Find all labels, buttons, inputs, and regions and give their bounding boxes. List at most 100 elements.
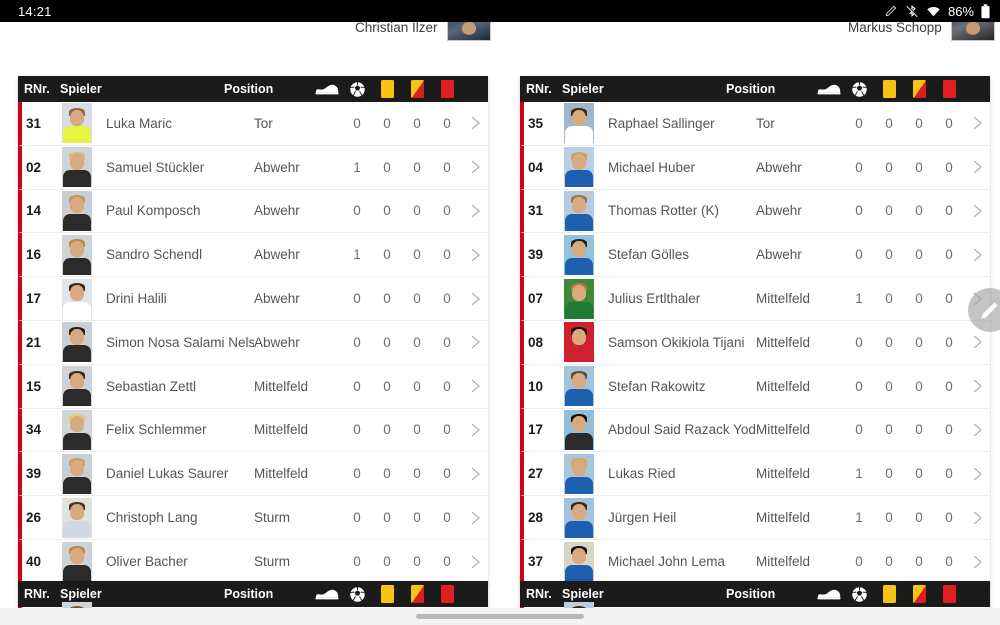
cell-yellow-red-cards: 0 (945, 291, 953, 307)
chevron-right-icon[interactable] (462, 115, 488, 131)
col-header-player[interactable]: Spieler (562, 82, 726, 96)
col-header-player[interactable]: Spieler (60, 587, 224, 601)
yellow-card-icon[interactable] (372, 80, 402, 98)
boot-icon[interactable] (312, 82, 342, 96)
col-header-number[interactable]: RNr. (520, 587, 562, 601)
table-row[interactable]: 17 Abdoul Said Razack Yoda Mittelfeld 0 0 0 0 (520, 408, 990, 453)
chevron-right-icon[interactable] (462, 378, 488, 394)
col-header-position[interactable]: Position (224, 587, 312, 601)
table-row[interactable]: 28 Jürgen Heil Mittelfeld 1 0 0 0 (520, 496, 990, 540)
col-header-position[interactable]: Position (726, 82, 814, 96)
chevron-right-icon[interactable] (462, 159, 488, 175)
chevron-right-icon[interactable] (964, 422, 990, 438)
cell-yellow-cards: 0 (915, 554, 923, 570)
yellow-red-card-icon[interactable] (402, 585, 432, 603)
cell-position: Abwehr (254, 247, 300, 263)
chevron-right-icon[interactable] (462, 466, 488, 482)
table-row[interactable]: 08 Samson Okikiola Tijani Mittelfeld 0 0 0 0 (520, 320, 990, 365)
col-header-position[interactable]: Position (726, 587, 814, 601)
table-row[interactable]: 39 Stefan Gölles Abwehr 0 0 0 0 (520, 233, 990, 278)
cell-position: Tor (756, 115, 775, 131)
table-row[interactable]: 31 Luka Maric Tor 0 0 0 0 (18, 102, 488, 146)
cell-yellow-cards: 0 (413, 466, 421, 482)
table-row[interactable]: 26 Christoph Lang Sturm 0 0 0 0 (18, 496, 488, 540)
chevron-right-icon[interactable] (462, 247, 488, 263)
yellow-red-card-icon[interactable] (904, 585, 934, 603)
cell-yellow-cards: 0 (413, 378, 421, 394)
coach-home[interactable]: Christian Ilzer (355, 22, 491, 41)
chevron-right-icon[interactable] (964, 115, 990, 131)
table-row[interactable]: 14 Paul Komposch Abwehr 0 0 0 0 (18, 189, 488, 234)
table-row[interactable]: 02 Samuel Stückler Abwehr 1 0 0 0 (18, 145, 488, 190)
cell-position: Mittelfeld (254, 378, 309, 394)
coach-away[interactable]: Markus Schopp (848, 22, 995, 41)
table-row[interactable]: 40 Oliver Bacher Sturm 0 0 0 0 (18, 539, 488, 584)
yellow-red-card-icon[interactable] (904, 80, 934, 98)
cell-player: Paul Komposch (106, 203, 201, 219)
chevron-right-icon[interactable] (462, 291, 488, 307)
chevron-right-icon[interactable] (964, 334, 990, 350)
red-card-icon[interactable] (934, 585, 964, 603)
chevron-right-icon[interactable] (462, 554, 488, 570)
football-icon[interactable] (844, 80, 874, 98)
red-card-icon[interactable] (432, 585, 462, 603)
col-header-player[interactable]: Spieler (60, 82, 224, 96)
chevron-right-icon[interactable] (462, 334, 488, 350)
horizontal-scrollbar[interactable] (0, 608, 1000, 625)
table-row[interactable]: 31 Thomas Rotter (K) Abwehr 0 0 0 0 (520, 189, 990, 234)
table-row[interactable]: 04 Michael Huber Abwehr 0 0 0 0 (520, 145, 990, 190)
table-row[interactable]: 17 Drini Halili Abwehr 0 0 0 0 (18, 277, 488, 321)
chevron-right-icon[interactable] (964, 554, 990, 570)
table-row[interactable]: 27 Lukas Ried Mittelfeld 1 0 0 0 (520, 452, 990, 497)
table-row[interactable]: 07 Julius Ertlthaler Mittelfeld 1 0 0 0 (520, 277, 990, 321)
chevron-right-icon[interactable] (964, 203, 990, 219)
cell-minutes: 0 (353, 554, 361, 570)
player-avatar (60, 322, 94, 363)
cell-minutes: 0 (855, 115, 863, 131)
yellow-card-icon[interactable] (874, 80, 904, 98)
status-bar: 14:21 86% (0, 0, 1000, 22)
boot-icon[interactable] (814, 587, 844, 601)
table-row[interactable]: 34 Felix Schlemmer Mittelfeld 0 0 0 0 (18, 408, 488, 453)
boot-icon[interactable] (814, 82, 844, 96)
battery-icon (981, 3, 990, 19)
red-card-icon[interactable] (432, 80, 462, 98)
boot-icon[interactable] (312, 587, 342, 601)
cell-player: Abdoul Said Razack Yoda (608, 422, 756, 438)
cell-goals: 0 (885, 291, 893, 307)
cell-position: Abwehr (756, 159, 802, 175)
table-row[interactable]: 39 Daniel Lukas Saurer Mittelfeld 0 0 0 0 (18, 452, 488, 497)
chevron-right-icon[interactable] (462, 510, 488, 526)
scrollbar-thumb[interactable] (416, 614, 584, 619)
col-header-position[interactable]: Position (224, 82, 312, 96)
table-row[interactable]: 10 Stefan Rakowitz Mittelfeld 0 0 0 0 (520, 364, 990, 409)
player-avatar (60, 103, 94, 144)
chevron-right-icon[interactable] (964, 466, 990, 482)
scroll-content[interactable]: Christian Ilzer Markus Schopp RNr. Spiel… (0, 22, 1000, 608)
chevron-right-icon[interactable] (462, 422, 488, 438)
cell-number: 31 (26, 115, 42, 131)
football-icon[interactable] (844, 585, 874, 603)
col-header-number[interactable]: RNr. (18, 82, 60, 96)
yellow-red-card-icon[interactable] (402, 80, 432, 98)
col-header-player[interactable]: Spieler (562, 587, 726, 601)
col-header-number[interactable]: RNr. (520, 82, 562, 96)
player-avatar (60, 366, 94, 407)
chevron-right-icon[interactable] (964, 247, 990, 263)
col-header-number[interactable]: RNr. (18, 587, 60, 601)
chevron-right-icon[interactable] (964, 378, 990, 394)
table-row[interactable]: 15 Sebastian Zettl Mittelfeld 0 0 0 0 (18, 364, 488, 409)
chevron-right-icon[interactable] (964, 159, 990, 175)
table-row[interactable]: 16 Sandro Schendl Abwehr 1 0 0 0 (18, 233, 488, 278)
chevron-right-icon[interactable] (462, 203, 488, 219)
table-row[interactable]: 21 Simon Nosa Salami Nelson Abwehr 0 0 0 0 (18, 320, 488, 365)
table-row[interactable]: 37 Michael John Lema Mittelfeld 0 0 0 0 (520, 539, 990, 584)
football-icon[interactable] (342, 80, 372, 98)
table-row[interactable]: 35 Raphael Sallinger Tor 0 0 0 0 (520, 102, 990, 146)
cell-goals: 0 (885, 510, 893, 526)
yellow-card-icon[interactable] (372, 585, 402, 603)
yellow-card-icon[interactable] (874, 585, 904, 603)
red-card-icon[interactable] (934, 80, 964, 98)
football-icon[interactable] (342, 585, 372, 603)
chevron-right-icon[interactable] (964, 510, 990, 526)
